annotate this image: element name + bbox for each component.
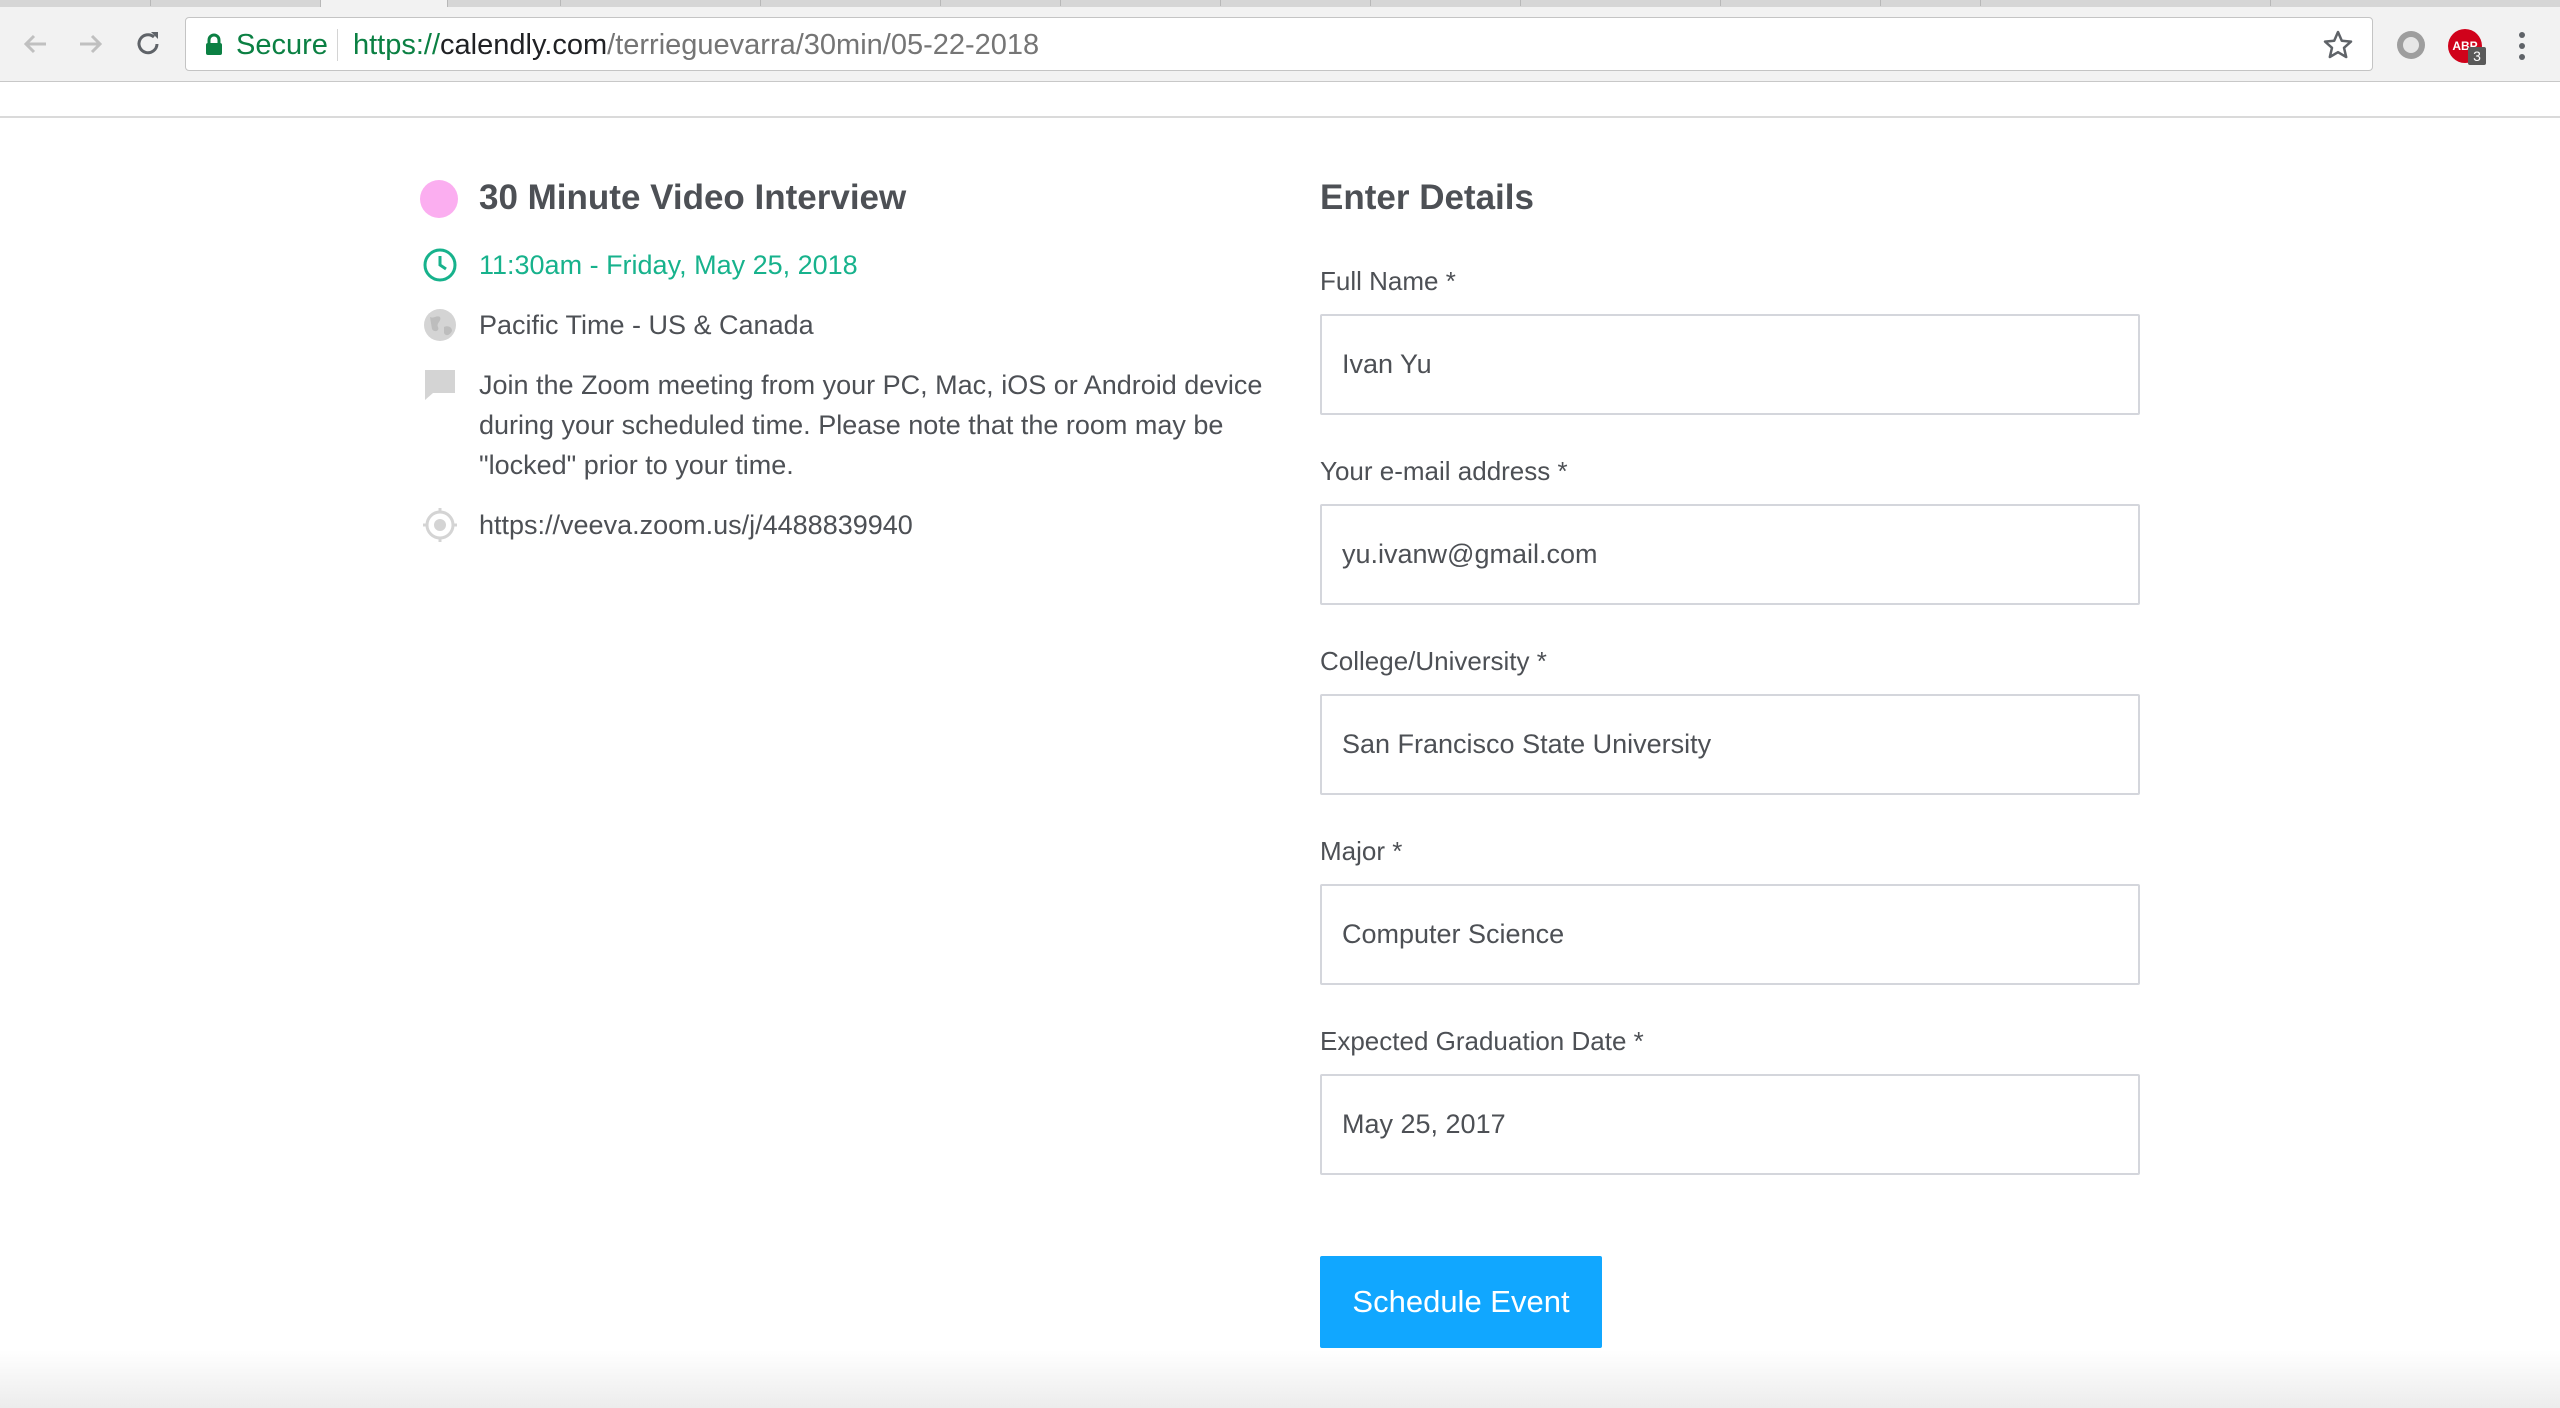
menu-icon[interactable] (2516, 31, 2528, 61)
url-text[interactable]: https://calendly.com/terrieguevarra/30mi… (353, 28, 1039, 62)
address-bar[interactable]: Secure https://calendly.com/terrieguevar… (185, 17, 2373, 71)
star-icon[interactable] (2322, 29, 2354, 61)
active-tab[interactable] (320, 0, 448, 7)
address-divider (337, 29, 338, 61)
secure-label: Secure (236, 29, 328, 61)
event-color-dot (420, 180, 458, 218)
tab-divider (560, 0, 561, 6)
tab-divider (1880, 0, 1881, 6)
url-path: /terrieguevarra/30min/05-22-2018 (607, 29, 1040, 61)
full-name-label: Full Name * (1320, 266, 1456, 296)
major-input[interactable] (1320, 884, 2140, 985)
college-label: College/University * (1320, 646, 1547, 676)
tab-divider (1720, 0, 1721, 6)
graduation-date-input[interactable] (1320, 1074, 2140, 1175)
tab-divider (760, 0, 761, 6)
page-header-divider (0, 116, 2560, 118)
globe-icon (420, 305, 460, 345)
event-title: 30 Minute Video Interview (479, 178, 907, 217)
college-input[interactable] (1320, 694, 2140, 795)
tab-divider (150, 0, 151, 6)
location-icon (420, 505, 460, 545)
reload-button[interactable] (131, 27, 165, 61)
tab-divider (2270, 0, 2271, 6)
event-location-link[interactable]: https://veeva.zoom.us/j/4488839940 (479, 505, 913, 545)
tab-divider (1060, 0, 1061, 6)
back-arrow-icon (23, 34, 46, 54)
extension-button[interactable] (2393, 27, 2429, 63)
forward-button[interactable] (74, 27, 108, 61)
url-host: calendly.com (440, 29, 608, 61)
major-label: Major * (1320, 836, 1403, 866)
event-timezone: Pacific Time - US & Canada (479, 310, 814, 340)
extension-icon (2397, 31, 2425, 59)
schedule-event-button[interactable]: Schedule Event (1320, 1256, 1602, 1348)
event-description: Join the Zoom meeting from your PC, Mac,… (479, 370, 1263, 480)
tab-divider (1520, 0, 1521, 6)
full-name-input[interactable] (1320, 314, 2140, 415)
form-title: Enter Details (1320, 178, 1534, 217)
tab-divider (1370, 0, 1371, 6)
tab-divider (1220, 0, 1221, 6)
url-scheme: https:// (353, 29, 441, 61)
reload-icon (137, 32, 159, 55)
browser-toolbar: Secure https://calendly.com/terrieguevar… (0, 7, 2560, 82)
comment-icon (420, 365, 460, 405)
bottom-fade (0, 1350, 2560, 1408)
email-label: Your e-mail address * (1320, 456, 1568, 486)
event-time: 11:30am - Friday, May 25, 2018 (479, 250, 858, 280)
tab-divider (940, 0, 941, 6)
lock-icon (206, 33, 222, 55)
email-input[interactable] (1320, 504, 2140, 605)
adblock-count-badge: 3 (2468, 47, 2486, 65)
tab-divider (1980, 0, 1981, 6)
clock-icon (420, 245, 460, 285)
back-button[interactable] (18, 27, 52, 61)
graduation-date-label: Expected Graduation Date * (1320, 1026, 1644, 1056)
forward-arrow-icon (80, 34, 103, 54)
